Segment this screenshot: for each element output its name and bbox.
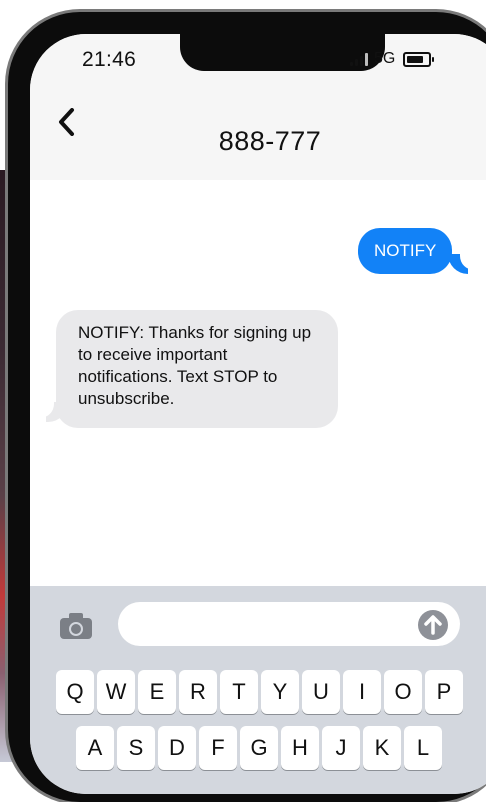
key-j[interactable]: J <box>322 726 360 770</box>
key-e[interactable]: E <box>138 670 176 714</box>
keyboard-area: Q W E R T Y U I O P A S D F G H J K L <box>30 586 486 794</box>
key-l[interactable]: L <box>404 726 442 770</box>
key-f[interactable]: F <box>199 726 237 770</box>
signal-icon <box>350 52 368 66</box>
key-w[interactable]: W <box>97 670 135 714</box>
key-q[interactable]: Q <box>56 670 94 714</box>
arrow-up-circle-icon[interactable] <box>418 610 448 640</box>
key-o[interactable]: O <box>384 670 422 714</box>
key-y[interactable]: Y <box>261 670 299 714</box>
key-u[interactable]: U <box>302 670 340 714</box>
key-p[interactable]: P <box>425 670 463 714</box>
messages-screen: 21:46 5G 888-777 NOTIFY NOTIFY: Thanks f… <box>30 34 486 794</box>
camera-icon[interactable] <box>60 612 94 640</box>
status-indicators: 5G <box>350 50 435 68</box>
key-h[interactable]: H <box>281 726 319 770</box>
message-thread: NOTIFY NOTIFY: Thanks for signing up to … <box>30 180 486 580</box>
conversation-header: 21:46 5G 888-777 <box>30 34 486 180</box>
key-g[interactable]: G <box>240 726 278 770</box>
key-s[interactable]: S <box>117 726 155 770</box>
key-i[interactable]: I <box>343 670 381 714</box>
sent-message-bubble[interactable]: NOTIFY <box>358 228 453 274</box>
contact-title[interactable]: 888-777 <box>30 126 486 157</box>
key-t[interactable]: T <box>220 670 258 714</box>
key-k[interactable]: K <box>363 726 401 770</box>
key-a[interactable]: A <box>76 726 114 770</box>
message-input[interactable] <box>118 602 460 646</box>
key-r[interactable]: R <box>179 670 217 714</box>
status-time: 21:46 <box>82 48 137 71</box>
received-message-bubble[interactable]: NOTIFY: Thanks for signing up to receive… <box>56 310 338 428</box>
battery-icon <box>403 51 435 67</box>
phone-frame: 21:46 5G 888-777 NOTIFY NOTIFY: Thanks f… <box>8 12 486 802</box>
network-type: 5G <box>374 50 396 67</box>
key-d[interactable]: D <box>158 726 196 770</box>
